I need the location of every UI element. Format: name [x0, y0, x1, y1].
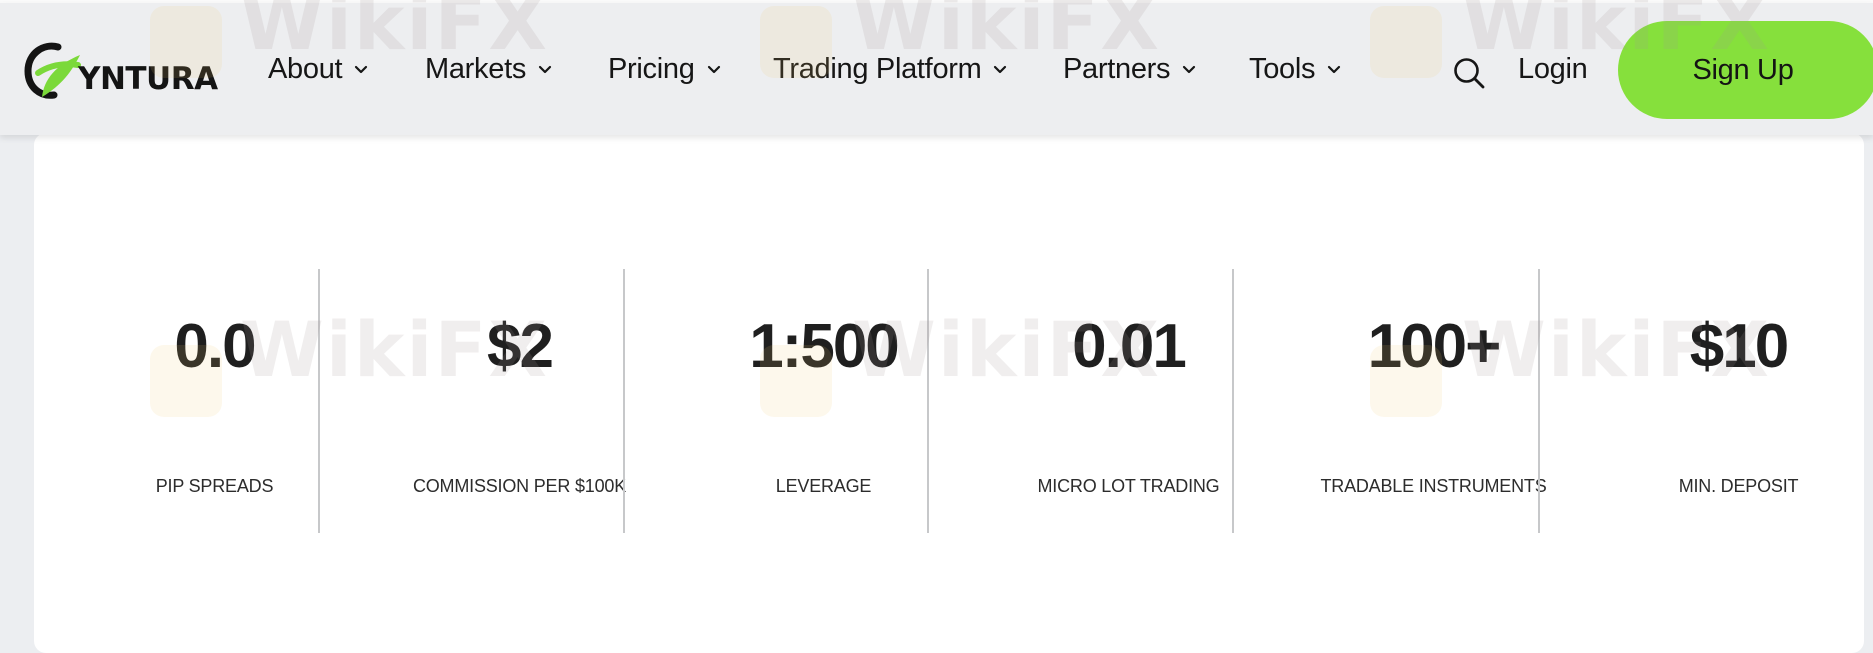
stat-min-deposit: $10 MIN. DEPOSIT [1586, 269, 1873, 533]
stat-label: LEVERAGE [775, 476, 872, 496]
nav-partners[interactable]: Partners [1063, 49, 1198, 89]
stat-value: $10 [1689, 312, 1789, 381]
chevron-down-icon [1328, 65, 1341, 74]
sign-up-label: Sign Up [1692, 53, 1794, 86]
chevron-down-icon [1183, 65, 1196, 74]
stat-value: 0.0 [174, 312, 256, 381]
stat-value: 0.01 [1072, 312, 1187, 381]
stat-micro-lot: 0.01 MICRO LOT TRADING [976, 269, 1281, 533]
stat-value: 1:500 [749, 312, 900, 381]
nav-label: About [268, 52, 343, 85]
stat-label: TRADABLE INSTRUMENTS [1320, 476, 1547, 496]
stat-label: MICRO LOT TRADING [1037, 476, 1220, 496]
stats-card: 0.0 PIP SPREADS $2 COMMISSION PER $100K … [34, 133, 1864, 653]
logo-leaf-icon [24, 42, 81, 99]
nav-label: Markets [425, 52, 527, 85]
stat-commission: $2 COMMISSION PER $100K [367, 269, 672, 533]
nav-pricing[interactable]: Pricing [608, 49, 723, 89]
stat-instruments: 100+ TRADABLE INSTRUMENTS [1281, 269, 1586, 533]
chevron-down-icon [707, 65, 720, 74]
brand-logo[interactable]: YNTURA [22, 35, 218, 107]
nav-label: Trading Platform [773, 52, 982, 85]
sign-up-button[interactable]: Sign Up [1618, 21, 1873, 119]
search-icon[interactable] [1452, 56, 1486, 90]
chevron-down-icon [538, 65, 552, 74]
nav-label: Tools [1249, 52, 1316, 85]
logo-wordmark: YNTURA [78, 61, 218, 97]
stat-value: 100+ [1367, 312, 1502, 381]
divider [623, 269, 625, 533]
login-link[interactable]: Login [1518, 49, 1588, 89]
site-header: YNTURA About Markets Pricing Trading Pla… [0, 3, 1873, 135]
divider [318, 269, 320, 533]
nav-label: Partners [1063, 52, 1171, 85]
nav-tools[interactable]: Tools [1249, 49, 1343, 89]
chevron-down-icon [994, 65, 1007, 74]
nav-markets[interactable]: Markets [425, 49, 554, 89]
stat-leverage: 1:500 LEVERAGE [671, 269, 976, 533]
chevron-down-icon [355, 65, 368, 74]
divider [1538, 269, 1540, 533]
nav-about[interactable]: About [268, 49, 370, 89]
divider [927, 269, 929, 533]
divider [1232, 269, 1234, 533]
stat-label: COMMISSION PER $100K [412, 476, 627, 496]
nav-label: Pricing [608, 52, 695, 85]
stat-pip-spreads: 0.0 PIP SPREADS [62, 269, 367, 533]
stat-value: $2 [487, 312, 554, 381]
stat-label: MIN. DEPOSIT [1678, 476, 1799, 496]
stat-label: PIP SPREADS [155, 476, 274, 496]
nav-trading-platform[interactable]: Trading Platform [773, 49, 1009, 89]
